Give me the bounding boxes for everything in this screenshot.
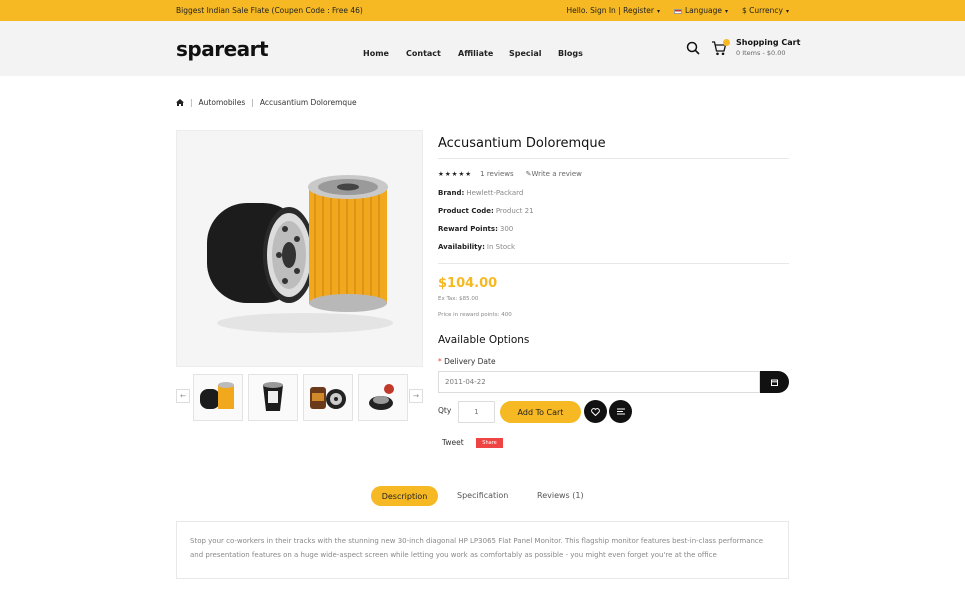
chevron-down-icon: ▾ [656, 8, 660, 15]
search-icon[interactable] [686, 41, 700, 55]
rating-row: ★★★★★ 1 reviews ✎Write a review [438, 170, 789, 178]
thumbnail[interactable] [358, 374, 408, 421]
divider [438, 263, 789, 264]
chevron-down-icon: ▾ [785, 8, 789, 15]
cart-count-badge [723, 39, 730, 46]
thumbnail[interactable] [248, 374, 298, 421]
oil-filter-image [207, 175, 393, 333]
delivery-date-label-text: Delivery Date [444, 357, 496, 366]
account-label: Hello. Sign In | Register [566, 6, 654, 15]
nav-contact[interactable]: Contact [406, 49, 441, 58]
product-title: Accusantium Doloremque [438, 130, 789, 159]
product-price: $104.00 [438, 276, 498, 291]
availability-value: In Stock [486, 243, 516, 251]
star-rating: ★★★★★ [438, 170, 473, 178]
cart-total: 0 Items - $0.00 [736, 49, 786, 57]
share-label: Share [482, 440, 497, 446]
language-label: Language [685, 6, 723, 15]
brand-label: Brand: [438, 189, 465, 197]
thumbnail-image [200, 382, 234, 409]
tab-reviews[interactable]: Reviews (1) [537, 491, 584, 500]
thumbnail[interactable] [193, 374, 243, 421]
required-marker: * [438, 357, 442, 366]
promo-text: Biggest Indian Sale Flate (Coupen Code :… [176, 6, 363, 15]
product-code-row: Product Code: Product 21 [438, 207, 789, 215]
reward-points-value: 300 [499, 225, 514, 233]
brand-row: Brand: Hewlett-Packard [438, 189, 789, 197]
description-text: Stop your co-workers in their tracks wit… [190, 537, 764, 559]
availability-label: Availability: [438, 243, 485, 251]
product-info: Accusantium Doloremque ★★★★★ 1 reviews ✎… [438, 130, 789, 318]
compare-icon [616, 408, 625, 415]
availability-row: Availability: In Stock [438, 243, 789, 251]
add-to-cart-button[interactable]: Add To Cart [500, 401, 581, 423]
thumbnail[interactable] [303, 374, 353, 421]
cart-title: Shopping Cart [736, 38, 801, 47]
top-bar-right: Hello. Sign In | Register ▾ Language ▾ $ C… [566, 6, 789, 15]
breadcrumb-automobiles[interactable]: Automobiles [199, 98, 246, 107]
breadcrumb-separator: | [251, 98, 254, 107]
breadcrumb-current: Accusantium Doloremque [259, 98, 357, 107]
write-review-link[interactable]: ✎Write a review [526, 170, 582, 178]
product-code-value: Product 21 [495, 207, 534, 215]
thumbnail-carousel: ← → [176, 374, 423, 421]
nav-special[interactable]: Special [509, 49, 542, 58]
arrow-left-icon[interactable]: ← [176, 389, 190, 403]
header: spareart Home Contact Affiliate Special … [0, 21, 965, 76]
compare-button[interactable] [609, 400, 632, 423]
thumbnail-image [369, 384, 394, 410]
flag-icon [674, 8, 682, 14]
available-options-title: Available Options [438, 334, 530, 346]
reward-points-label: Reward Points: [438, 225, 498, 233]
reward-price: Price in reward points: 400 [438, 312, 512, 318]
ex-tax: Ex Tax: $85.00 [438, 296, 479, 302]
product-main-image[interactable] [176, 130, 423, 367]
description-panel: Stop your co-workers in their tracks wit… [176, 521, 789, 579]
product-code-label: Product Code: [438, 207, 494, 215]
tweet-button[interactable]: Tweet [442, 438, 464, 447]
top-bar: Biggest Indian Sale Flate (Coupen Code :… [0, 0, 965, 21]
product-tabs: Description Specification Reviews (1) [371, 486, 584, 506]
logo[interactable]: spareart [176, 37, 269, 61]
arrow-right-icon[interactable]: → [409, 389, 423, 403]
heart-icon [591, 407, 600, 416]
reviews-link[interactable]: 1 reviews [480, 170, 513, 178]
currency-menu[interactable]: $ Currency ▾ [742, 6, 789, 15]
language-menu[interactable]: Language ▾ [674, 6, 728, 15]
thumbnail-image [263, 382, 283, 411]
qty-label: Qty [438, 406, 452, 415]
home-icon[interactable] [176, 99, 184, 106]
delivery-date-input[interactable]: 2011-04-22 [438, 371, 760, 393]
calendar-button[interactable] [760, 371, 789, 393]
nav-blogs[interactable]: Blogs [558, 49, 583, 58]
breadcrumb-separator: | [190, 98, 193, 107]
cart-summary[interactable]: Shopping Cart 0 Items - $0.00 [736, 38, 800, 57]
brand-value[interactable]: Hewlett-Packard [466, 189, 523, 197]
breadcrumb: | Automobiles | Accusantium Doloremque [176, 98, 357, 107]
currency-label: $ Currency [742, 6, 783, 15]
nav-home[interactable]: Home [363, 49, 389, 58]
calendar-icon [771, 379, 778, 386]
tab-specification[interactable]: Specification [457, 491, 508, 500]
tab-description[interactable]: Description [371, 486, 438, 506]
chevron-down-icon: ▾ [725, 8, 729, 15]
nav-affiliate[interactable]: Affiliate [458, 49, 493, 58]
write-review-label: Write a review [531, 170, 582, 178]
delivery-date-label: * Delivery Date [438, 357, 496, 366]
wishlist-button[interactable] [584, 400, 607, 423]
account-menu[interactable]: Hello. Sign In | Register ▾ [566, 6, 660, 15]
thumbnail-image [310, 387, 346, 409]
share-button[interactable]: Share [476, 438, 503, 448]
reward-points-row: Reward Points: 300 [438, 225, 789, 233]
qty-input[interactable]: 1 [458, 401, 495, 423]
